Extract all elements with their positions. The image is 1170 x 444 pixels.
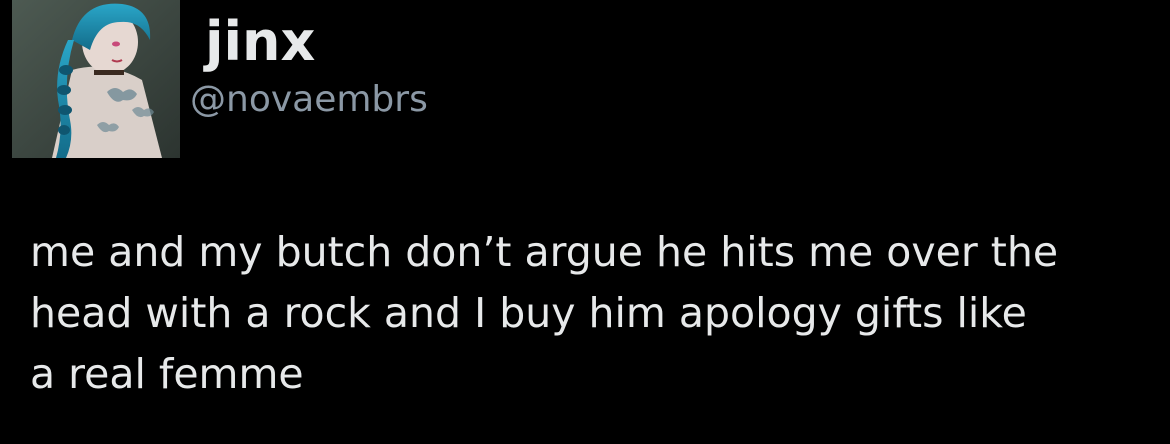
display-name[interactable]: jinx (205, 10, 315, 74)
tweet-text-line: a real femme (30, 350, 304, 398)
avatar[interactable] (12, 0, 180, 158)
tweet-text-line: me and my butch don’t argue he hits me o… (30, 228, 1059, 276)
tweet-text: me and my butch don’t argue he hits me o… (30, 222, 1150, 405)
tweet-text-line: head with a rock and I buy him apology g… (30, 289, 1027, 337)
avatar-image (12, 0, 180, 158)
tweet-card: jinx @novaembrs me and my butch don’t ar… (0, 0, 1170, 444)
user-handle[interactable]: @novaembrs (190, 78, 428, 122)
